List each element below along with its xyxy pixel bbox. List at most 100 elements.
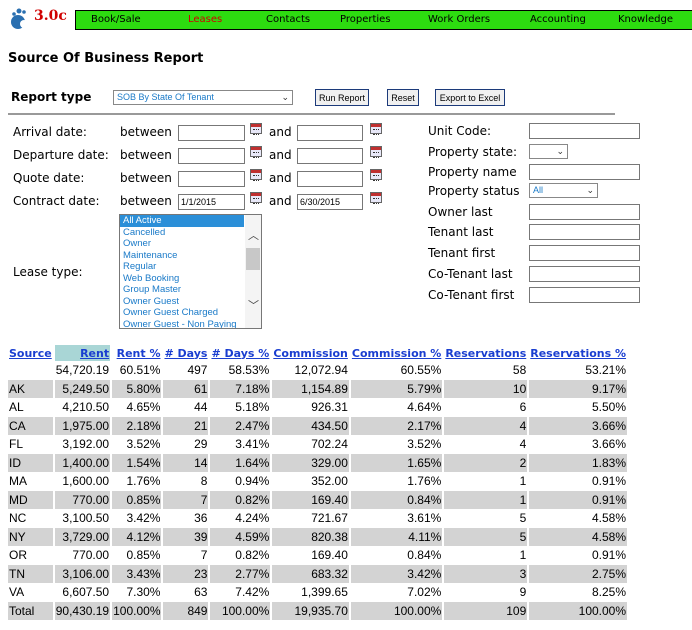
- table-cell: 0.91%: [592, 548, 627, 563]
- table-cell: 3.61%: [407, 511, 442, 526]
- scroll-up-icon[interactable]: ︿: [248, 227, 259, 243]
- nav-contacts[interactable]: Contacts: [266, 14, 310, 25]
- between-label: between: [120, 171, 172, 185]
- cotenant-last-input[interactable]: [529, 266, 640, 282]
- cotenant-first-label: Co-Tenant first: [428, 288, 515, 302]
- date-from-input[interactable]: [178, 125, 245, 141]
- reset-button[interactable]: Reset: [387, 89, 419, 106]
- main-nav: Book/Sale Leases Contacts Properties Wor…: [75, 10, 692, 30]
- nav-work-orders[interactable]: Work Orders: [428, 14, 490, 25]
- column-header: Reservations: [444, 345, 527, 361]
- lease-type-option[interactable]: Owner Guest: [120, 296, 244, 308]
- table-row: AL 4,210.50 4.65% 44 5.18% 926.31 4.64% 6 5.50%: [8, 398, 627, 417]
- cotenant-last-label: Co-Tenant last: [428, 267, 513, 281]
- table-cell: FL: [9, 437, 24, 452]
- lease-type-option[interactable]: Owner Guest - Non Paying: [120, 319, 244, 329]
- table-cell: 1: [519, 474, 527, 489]
- property-name-input[interactable]: [529, 164, 640, 180]
- nav-properties[interactable]: Properties: [340, 14, 391, 25]
- calendar-icon[interactable]: [370, 123, 382, 135]
- owner-last-label: Owner last: [428, 205, 493, 219]
- unit-code-input[interactable]: [529, 123, 640, 139]
- column-header: Reservations %: [529, 345, 627, 361]
- unit-code-label: Unit Code:: [428, 124, 492, 138]
- nav-leases[interactable]: Leases: [188, 14, 222, 25]
- lease-type-listbox[interactable]: All Active Cancelled Owner Maintenance Regul…: [119, 214, 262, 329]
- table-cell: 3.66%: [592, 437, 627, 452]
- table-cell: 2.47%: [210, 416, 271, 435]
- sort-link[interactable]: Commission: [273, 347, 348, 360]
- lease-type-label: Lease type:: [13, 265, 83, 279]
- sort-link[interactable]: # Days %: [211, 347, 269, 360]
- table-cell: 58: [512, 363, 527, 378]
- calendar-icon[interactable]: [250, 169, 262, 181]
- lease-type-option[interactable]: All Active: [120, 215, 244, 227]
- scroll-thumb[interactable]: [246, 248, 260, 270]
- table-cell: 4.58%: [529, 527, 628, 546]
- property-status-select[interactable]: All ⌄: [529, 183, 598, 198]
- date-from-input[interactable]: 1/1/2015: [178, 194, 245, 210]
- sort-link[interactable]: Rent %: [117, 347, 161, 360]
- table-cell: 109: [444, 601, 528, 620]
- listbox-scrollbar[interactable]: ︿ ﹀: [245, 215, 261, 328]
- calendar-icon[interactable]: [370, 146, 382, 158]
- table-cell: 352.00: [311, 474, 348, 489]
- table-cell: 820.38: [272, 527, 349, 546]
- table-cell: 0.91%: [592, 474, 627, 489]
- nav-knowledge[interactable]: Knowledge: [618, 14, 673, 25]
- property-status-value: All: [533, 185, 544, 195]
- lease-type-option[interactable]: Group Master: [120, 284, 244, 296]
- calendar-icon[interactable]: [370, 169, 382, 181]
- date-label: Quote date:: [13, 171, 85, 185]
- column-header: Commission %: [351, 345, 442, 361]
- table-cell: 7.30%: [126, 585, 161, 600]
- scroll-down-icon[interactable]: ﹀: [248, 297, 259, 313]
- date-from-input[interactable]: [178, 148, 245, 164]
- export-excel-button[interactable]: Export to Excel: [435, 89, 505, 106]
- sort-link[interactable]: Commission %: [352, 347, 441, 360]
- sort-link[interactable]: Reservations %: [530, 347, 626, 360]
- lease-type-option[interactable]: Cancelled: [120, 227, 244, 239]
- table-cell: NC: [9, 511, 27, 526]
- lease-type-option[interactable]: Web Booking: [120, 273, 244, 285]
- date-to-input[interactable]: [297, 125, 363, 141]
- table-cell: 770.00: [72, 548, 110, 563]
- calendar-icon[interactable]: [250, 192, 262, 204]
- property-name-label: Property name: [428, 165, 517, 179]
- report-type-select[interactable]: SOB By State Of Tenant ⌄: [113, 90, 293, 105]
- table-cell: 12,072.94: [294, 363, 348, 378]
- lease-type-option[interactable]: Owner: [120, 238, 244, 250]
- table-cell: 4: [444, 416, 528, 435]
- table-cell: 7.42%: [235, 585, 270, 600]
- lease-type-option[interactable]: Maintenance: [120, 250, 244, 262]
- sort-link[interactable]: Source: [9, 347, 52, 360]
- table-cell: 39: [163, 527, 209, 546]
- date-to-input[interactable]: [297, 171, 363, 187]
- calendar-icon[interactable]: [250, 146, 262, 158]
- tenant-first-input[interactable]: [529, 245, 640, 261]
- lease-type-option[interactable]: Regular: [120, 261, 244, 273]
- date-label: Departure date:: [13, 148, 109, 162]
- report-type-value: SOB By State Of Tenant: [117, 92, 214, 102]
- sort-link[interactable]: # Days: [164, 347, 207, 360]
- table-cell: 1: [444, 490, 528, 509]
- divider: [8, 113, 615, 115]
- date-from-input[interactable]: [178, 171, 245, 187]
- calendar-icon[interactable]: [250, 123, 262, 135]
- calendar-icon[interactable]: [370, 192, 382, 204]
- sort-link[interactable]: Reservations: [445, 347, 526, 360]
- tenant-last-input[interactable]: [529, 224, 640, 240]
- date-to-input[interactable]: [297, 148, 363, 164]
- table-cell: 7.18%: [210, 379, 271, 398]
- cotenant-first-input[interactable]: [529, 287, 640, 303]
- date-to-input[interactable]: 6/30/2015: [297, 194, 363, 210]
- nav-book-sale[interactable]: Book/Sale: [91, 14, 141, 25]
- table-cell: 6: [519, 400, 527, 415]
- property-state-select[interactable]: ⌄: [529, 144, 568, 159]
- run-report-button[interactable]: Run Report: [315, 89, 369, 106]
- date-label: Contract date:: [13, 194, 100, 208]
- nav-accounting[interactable]: Accounting: [530, 14, 586, 25]
- owner-last-input[interactable]: [529, 204, 640, 220]
- lease-type-option[interactable]: Owner Guest Charged: [120, 307, 244, 319]
- sort-link[interactable]: Rent: [80, 347, 109, 360]
